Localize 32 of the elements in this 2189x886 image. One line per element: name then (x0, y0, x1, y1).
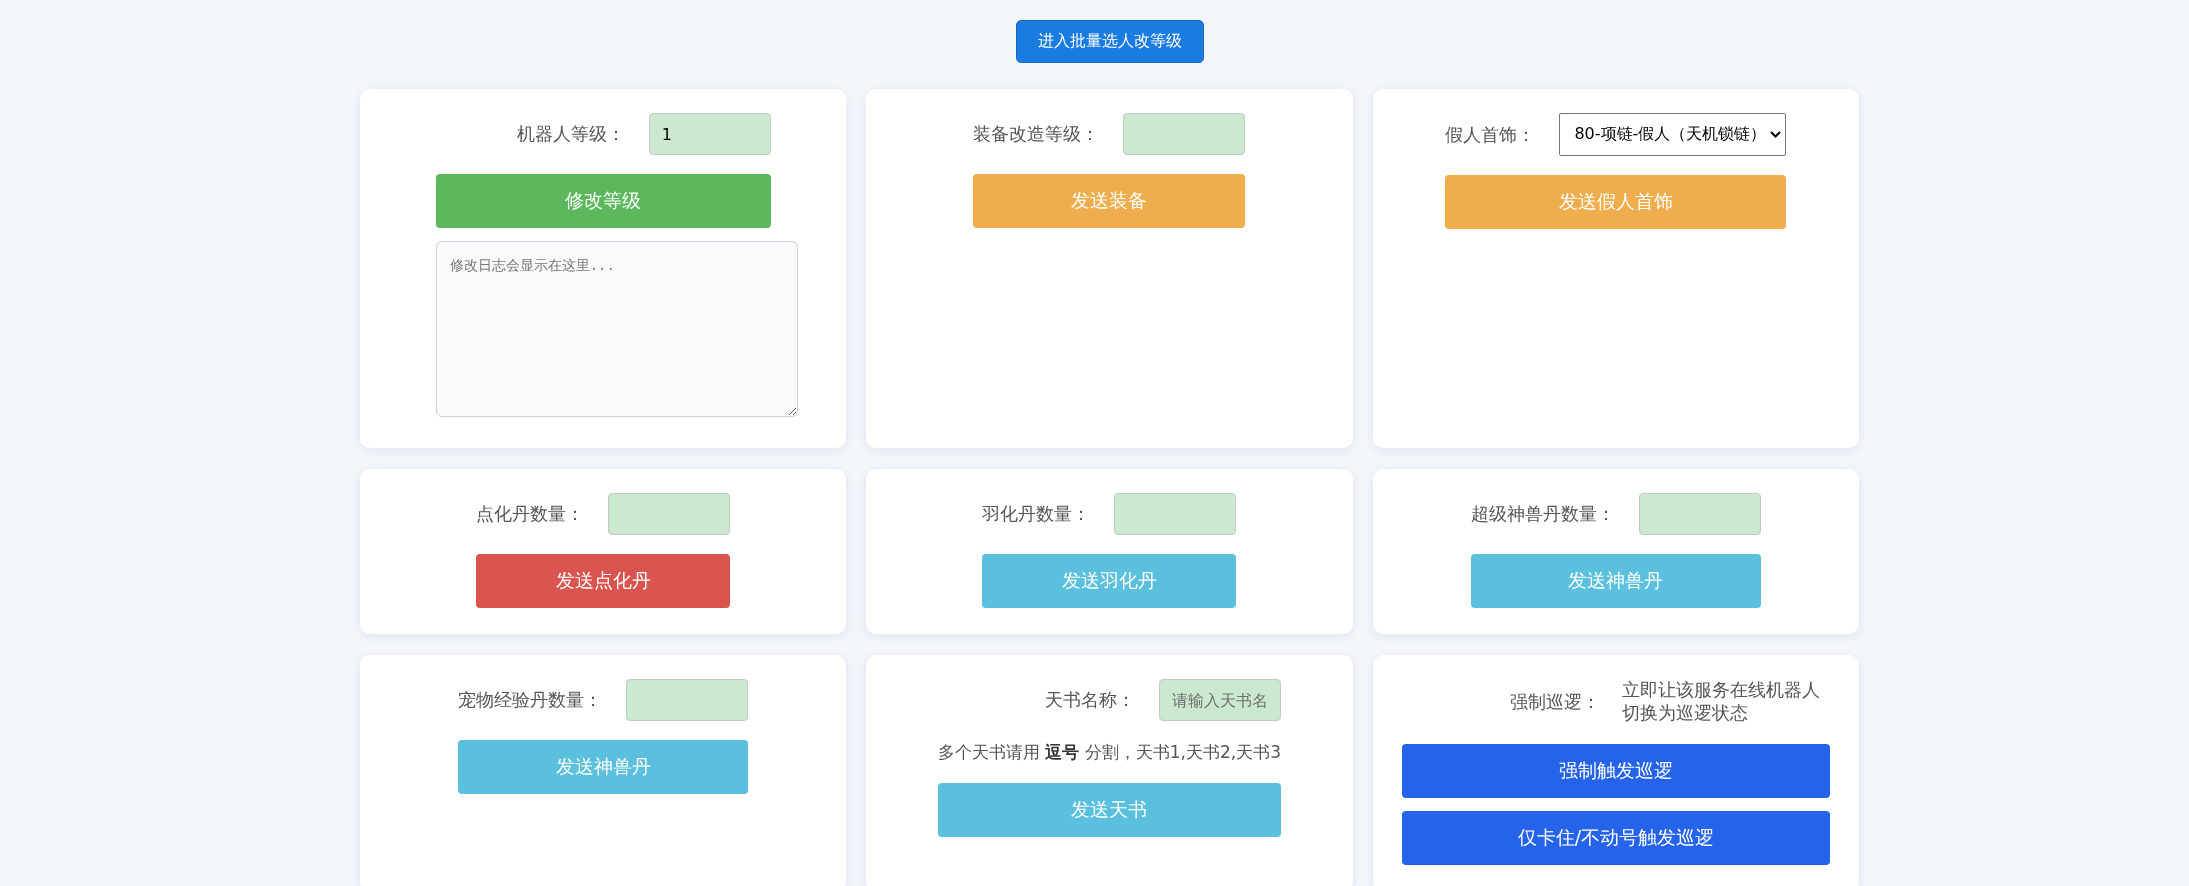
input-field[interactable] (626, 679, 749, 721)
field-label: 宠物经验丹数量： (458, 688, 603, 712)
submit-button[interactable]: 强制触发巡逻 (1401, 744, 1830, 798)
submit-button[interactable]: 发送点化丹 (476, 554, 731, 608)
input-field[interactable] (608, 493, 731, 535)
field-label: 机器人等级： (516, 122, 625, 146)
log-field[interactable]: 修改日志会显示在这里... (435, 241, 798, 417)
batch-level-button[interactable]: 进入批量选人改等级 (1015, 20, 1204, 63)
field-label: 假人首饰： (1445, 122, 1536, 147)
submit-button[interactable]: 发送神兽丹 (458, 740, 749, 794)
input-field[interactable]: 1 (648, 113, 771, 155)
field-label: 装备改造等级： (973, 122, 1100, 146)
input-field[interactable] (1114, 493, 1237, 535)
submit-button[interactable]: 发送神兽丹 (1470, 554, 1761, 608)
input-field[interactable]: 请输入天书名 (1159, 679, 1282, 721)
description-text: 立即让该服务在线机器人切换为巡逻状态 (1621, 679, 1821, 725)
field-label: 点化丹数量： (476, 502, 585, 526)
field-label: 强制巡逻： (1509, 690, 1600, 714)
accessory-dropdown[interactable]: 80-项链-假人（天机锁链） (1559, 113, 1787, 156)
submit-button[interactable]: 发送天书 (937, 783, 1282, 837)
input-field[interactable] (1123, 113, 1246, 155)
submit-button[interactable]: 发送假人首饰 (1445, 175, 1787, 229)
submit-button[interactable]: 仅卡住/不动号触发巡逻 (1401, 811, 1830, 865)
chevron-icon (1770, 131, 1782, 138)
field-label: 天书名称： (1045, 688, 1136, 712)
submit-button[interactable]: 发送羽化丹 (982, 554, 1237, 608)
hint-text: 多个天书请用 逗号 分割，天书1,天书2,天书3 (937, 741, 1282, 764)
input-field[interactable] (1638, 493, 1761, 535)
field-label: 超级神兽丹数量： (1470, 502, 1615, 526)
submit-button[interactable]: 发送装备 (973, 174, 1246, 228)
submit-button[interactable]: 修改等级 (435, 174, 771, 228)
field-label: 羽化丹数量： (982, 502, 1091, 526)
